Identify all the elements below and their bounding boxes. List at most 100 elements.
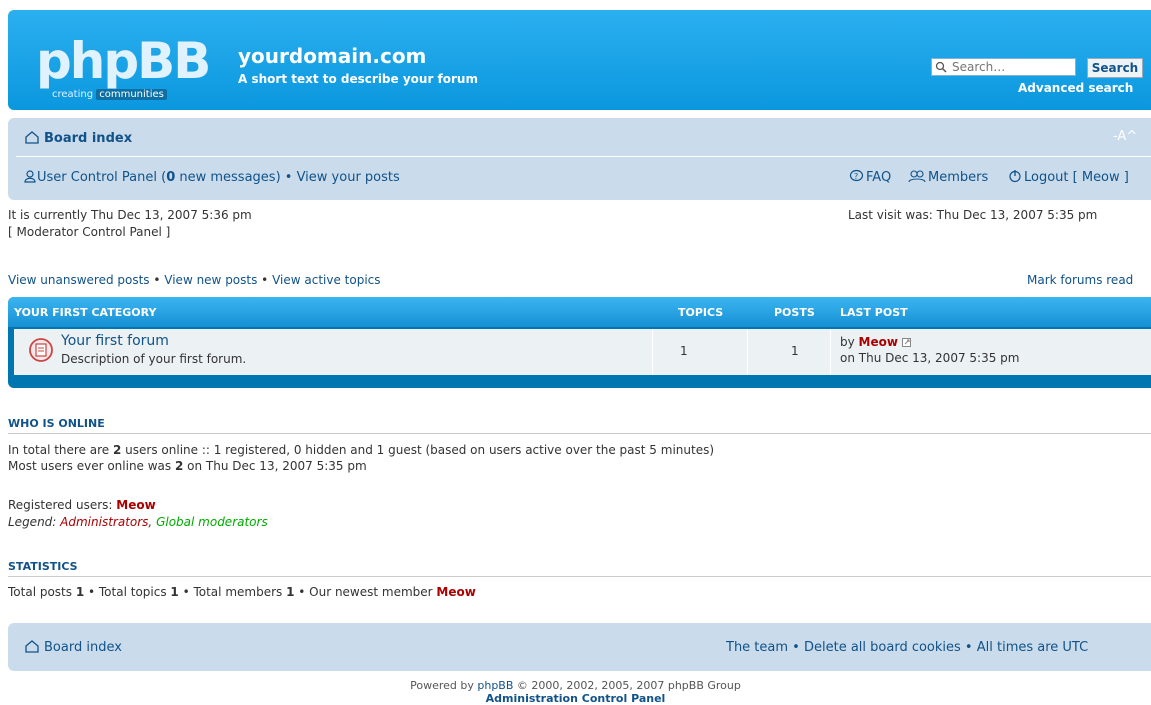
search-input[interactable] [931, 58, 1076, 76]
navbar: Board index -A^ User Control Panel (0 ne… [8, 118, 1151, 200]
forum-category-table: YOUR FIRST CATEGORY TOPICS POSTS LAST PO… [8, 297, 1151, 388]
col-last-post: LAST POST [840, 306, 908, 319]
online-line1-b: users online :: 1 registered, 0 hidden a… [121, 443, 715, 457]
col-posts: POSTS [774, 306, 815, 319]
online-line2-a: Most users ever online was [8, 459, 175, 473]
legend-label: Legend: [8, 515, 61, 529]
forum-read-icon [29, 338, 53, 362]
mark-forums-read-link[interactable]: Mark forums read [1027, 273, 1133, 287]
view-latest-post-icon[interactable] [901, 337, 912, 348]
footer-board-index-link[interactable]: Board index [44, 640, 122, 655]
online-record: Most users ever online was 2 on Thu Dec … [8, 459, 367, 473]
new-messages-link[interactable]: new messages) [175, 170, 280, 185]
forum-title-link[interactable]: Your first forum [61, 333, 169, 349]
legend-global-moderators-link[interactable]: Global moderators [156, 515, 268, 529]
ucp-link[interactable]: User Control Panel [37, 170, 157, 185]
registered-label: Registered users: [8, 498, 117, 512]
stat-topics: 1 [170, 585, 179, 599]
logout-link[interactable]: Logout [ Meow ] [1024, 170, 1129, 185]
nav-divider [16, 156, 1151, 157]
font-size-toggle[interactable]: -A^ [1113, 129, 1137, 144]
search-button[interactable]: Search [1087, 58, 1143, 78]
forum-table-header: YOUR FIRST CATEGORY TOPICS POSTS LAST PO… [8, 297, 1151, 327]
statistics-title: STATISTICS [8, 560, 78, 573]
ucp-line: User Control Panel (0 new messages) • Vi… [37, 170, 400, 185]
logo-tagline-2: communities [96, 89, 167, 100]
stat-topics-label: • Total topics [84, 585, 171, 599]
phpbb-link[interactable]: phpBB [477, 679, 513, 692]
ucp-paren: ( [156, 170, 167, 185]
col-topics: TOPICS [678, 306, 724, 319]
quick-links: View unanswered posts • View new posts •… [8, 273, 381, 287]
category-title[interactable]: YOUR FIRST CATEGORY [14, 306, 156, 319]
members-link[interactable]: Members [928, 170, 988, 185]
column-divider [747, 329, 748, 375]
members-icon [908, 170, 926, 183]
the-team-link[interactable]: The team [726, 640, 788, 655]
legend-comma: , [148, 515, 157, 529]
section-rule [8, 433, 1151, 434]
view-your-posts-link[interactable]: View your posts [297, 170, 400, 185]
stat-newest-label: • Our newest member [294, 585, 437, 599]
admin-control-panel-link[interactable]: Administration Control Panel [0, 692, 1151, 705]
separator: • [788, 640, 804, 655]
copyright: Powered by phpBB © 2000, 2002, 2005, 200… [0, 679, 1151, 705]
who-is-online-title[interactable]: WHO IS ONLINE [8, 417, 105, 430]
delete-cookies-link[interactable]: Delete all board cookies [804, 640, 961, 655]
faq-link[interactable]: FAQ [866, 170, 891, 185]
footer-links: The team • Delete all board cookies • Al… [726, 640, 1088, 655]
registered-users: Registered users: Meow [8, 498, 156, 512]
board-index-link[interactable]: Board index [44, 131, 132, 146]
separator: • [257, 273, 273, 287]
timezone-note: All times are UTC [976, 640, 1089, 655]
last-post-time: on Thu Dec 13, 2007 5:35 pm [840, 351, 1020, 365]
stat-posts-label: Total posts [8, 585, 76, 599]
new-message-count: 0 [166, 170, 176, 185]
forum-description: Description of your first forum. [61, 352, 247, 366]
last-post-user-link[interactable]: Meow [859, 335, 898, 349]
site-description: A short text to describe your forum [238, 72, 478, 86]
search-icon [935, 61, 947, 73]
home-icon [25, 131, 39, 144]
logout-icon [1009, 170, 1021, 183]
statistics-line: Total posts 1 • Total topics 1 • Total m… [8, 585, 476, 599]
separator: • [280, 170, 297, 185]
view-unanswered-link[interactable]: View unanswered posts [8, 273, 150, 287]
forum-row: Your first forum Description of your fir… [14, 329, 1151, 375]
forum-posts-count: 1 [791, 344, 799, 358]
last-post-by: by [840, 335, 859, 349]
column-divider [652, 329, 653, 375]
advanced-search-link[interactable]: Advanced search [1018, 81, 1133, 95]
footer-navbar: Board index The team • Delete all board … [8, 623, 1151, 671]
last-post-author: by Meow [840, 335, 912, 349]
powered-by-label: Powered by [410, 679, 478, 692]
registered-user-link[interactable]: Meow [116, 498, 155, 512]
current-time: It is currently Thu Dec 13, 2007 5:36 pm [8, 208, 252, 222]
separator: • [960, 640, 977, 655]
faq-icon: ? [849, 169, 864, 182]
logo-tagline: creating communities [52, 89, 167, 100]
legend: Legend: Administrators, Global moderator… [8, 515, 268, 529]
legend-administrators-link[interactable]: Administrators [60, 515, 148, 529]
forum-topics-count: 1 [680, 344, 688, 358]
stat-members-label: • Total members [178, 585, 287, 599]
column-divider [830, 329, 831, 375]
moderator-control-panel-link[interactable]: [ Moderator Control Panel ] [8, 225, 170, 239]
separator: • [149, 273, 165, 287]
newest-member-link[interactable]: Meow [436, 585, 475, 599]
powered-by-line: Powered by phpBB © 2000, 2002, 2005, 200… [0, 679, 1151, 692]
user-icon [24, 170, 36, 183]
view-active-topics-link[interactable]: View active topics [272, 273, 380, 287]
online-summary: In total there are 2 users online :: 1 r… [8, 443, 714, 457]
home-icon [25, 640, 39, 653]
logo-tagline-1: creating [52, 89, 94, 100]
section-rule [8, 576, 1151, 577]
last-visit: Last visit was: Thu Dec 13, 2007 5:35 pm [848, 208, 1098, 222]
stat-posts: 1 [75, 585, 85, 599]
view-new-posts-link[interactable]: View new posts [164, 273, 257, 287]
online-line1-a: In total there are [8, 443, 113, 457]
site-title: yourdomain.com [238, 44, 427, 68]
svg-text:?: ? [854, 172, 858, 181]
copyright-text: © 2000, 2002, 2005, 2007 phpBB Group [513, 679, 741, 692]
phpbb-logo[interactable]: phpBB [36, 32, 211, 90]
